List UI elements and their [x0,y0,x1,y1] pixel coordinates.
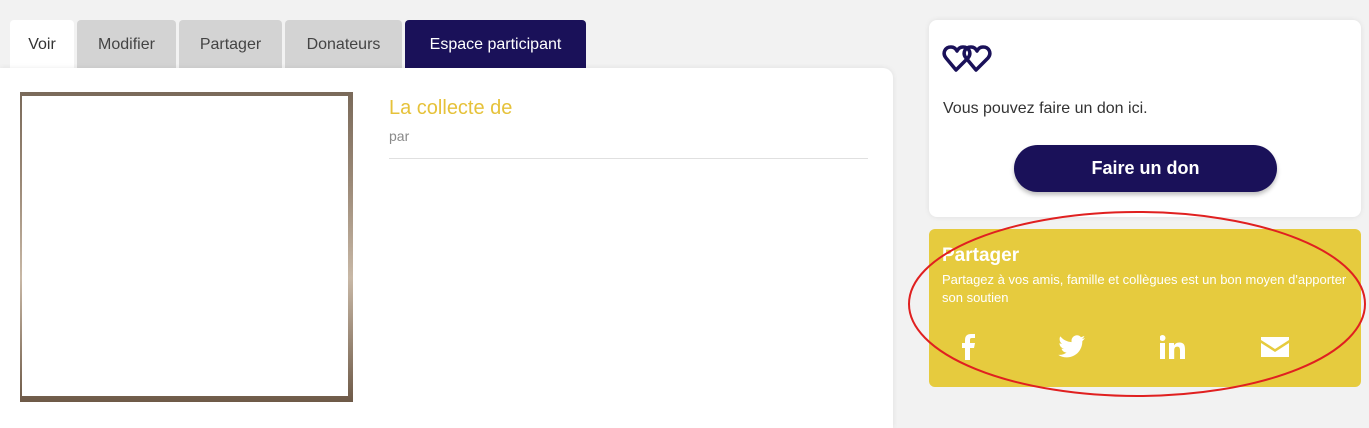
share-description: Partagez à vos amis, famille et collègue… [942,272,1347,305]
share-title: Partager [942,245,1020,266]
tab-partager[interactable]: Partager [179,20,282,69]
tab-donateurs[interactable]: Donateurs [285,20,402,69]
don-text: Vous pouvez faire un don ici. [943,100,1148,117]
tab-espace-participant[interactable]: Espace participant [405,20,586,69]
hearts-logo-icon [942,45,992,72]
collecte-author: par [389,128,410,144]
tab-voir[interactable]: Voir [10,20,74,69]
collecte-title: La collecte de [389,97,513,119]
mail-icon[interactable] [1260,332,1290,362]
faire-un-don-button[interactable]: Faire un don [1014,145,1277,192]
tab-bar: Voir Modifier Partager Donateurs Espace … [10,20,586,69]
linkedin-icon[interactable] [1158,332,1188,362]
collecte-photo-placeholder [22,96,348,396]
facebook-icon[interactable] [953,332,983,362]
tab-modifier[interactable]: Modifier [77,20,176,69]
divider [389,158,868,159]
twitter-icon[interactable] [1057,332,1087,362]
